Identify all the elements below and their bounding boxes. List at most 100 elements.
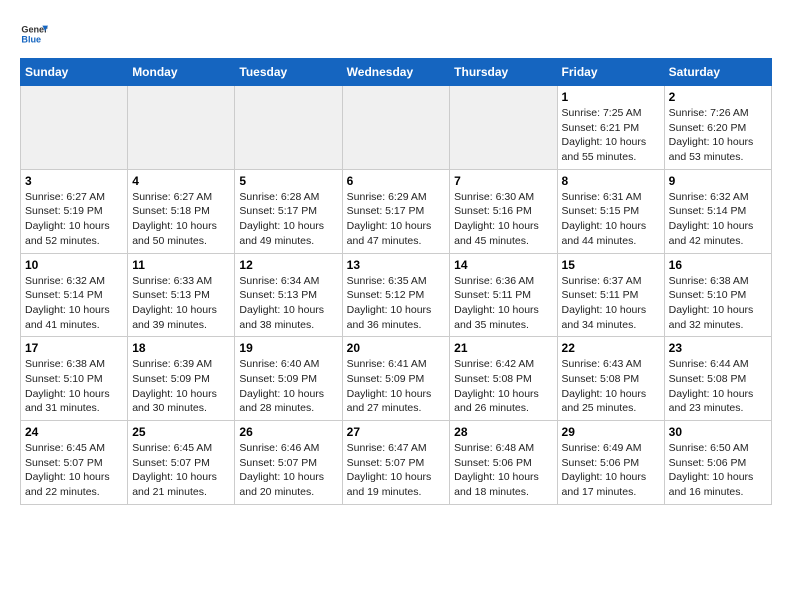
calendar-cell: 17 Sunrise: 6:38 AMSunset: 5:10 PMDayligh…: [21, 337, 128, 421]
weekday-header-wednesday: Wednesday: [342, 59, 450, 86]
day-number: 30: [669, 425, 767, 439]
weekday-header-sunday: Sunday: [21, 59, 128, 86]
day-info: Sunrise: 6:32 AMSunset: 5:14 PMDaylight:…: [669, 190, 767, 249]
day-info: Sunrise: 6:38 AMSunset: 5:10 PMDaylight:…: [25, 357, 123, 416]
calendar-cell: [235, 86, 342, 170]
calendar-cell: 3 Sunrise: 6:27 AMSunset: 5:19 PMDaylight…: [21, 169, 128, 253]
day-number: 23: [669, 341, 767, 355]
day-info: Sunrise: 6:44 AMSunset: 5:08 PMDaylight:…: [669, 357, 767, 416]
day-number: 3: [25, 174, 123, 188]
calendar-cell: 12Sunrise: 6:34 AMSunset: 5:13 PMDayligh…: [235, 253, 342, 337]
day-info: Sunrise: 6:42 AMSunset: 5:08 PMDaylight:…: [454, 357, 552, 416]
day-info: Sunrise: 6:36 AMSunset: 5:11 PMDaylight:…: [454, 274, 552, 333]
calendar-cell: 21Sunrise: 6:42 AMSunset: 5:08 PMDayligh…: [450, 337, 557, 421]
calendar-cell: 18 Sunrise: 6:39 AMSunset: 5:09 PMDayligh…: [128, 337, 235, 421]
day-info: Sunrise: 6:30 AMSunset: 5:16 PMDaylight:…: [454, 190, 552, 249]
calendar-cell: 23 Sunrise: 6:44 AMSunset: 5:08 PMDayligh…: [664, 337, 771, 421]
day-number: 15: [562, 258, 660, 272]
day-number: 20: [347, 341, 446, 355]
day-info: Sunrise: 6:47 AMSunset: 5:07 PMDaylight:…: [347, 441, 446, 500]
week-row-5: 24 Sunrise: 6:45 AMSunset: 5:07 PMDayligh…: [21, 421, 772, 505]
day-number: 28: [454, 425, 552, 439]
day-number: 25: [132, 425, 230, 439]
logo: General Blue: [20, 20, 52, 48]
day-info: Sunrise: 6:31 AMSunset: 5:15 PMDaylight:…: [562, 190, 660, 249]
day-info: Sunrise: 6:43 AMSunset: 5:08 PMDaylight:…: [562, 357, 660, 416]
calendar-cell: 8Sunrise: 6:31 AMSunset: 5:15 PMDaylight…: [557, 169, 664, 253]
day-info: Sunrise: 6:29 AMSunset: 5:17 PMDaylight:…: [347, 190, 446, 249]
day-info: Sunrise: 6:48 AMSunset: 5:06 PMDaylight:…: [454, 441, 552, 500]
day-info: Sunrise: 6:45 AMSunset: 5:07 PMDaylight:…: [132, 441, 230, 500]
day-number: 29: [562, 425, 660, 439]
day-info: Sunrise: 6:27 AMSunset: 5:18 PMDaylight:…: [132, 190, 230, 249]
day-number: 1: [562, 90, 660, 104]
day-number: 2: [669, 90, 767, 104]
calendar-cell: 13 Sunrise: 6:35 AMSunset: 5:12 PMDayligh…: [342, 253, 450, 337]
calendar-cell: 9 Sunrise: 6:32 AMSunset: 5:14 PMDaylight…: [664, 169, 771, 253]
weekday-header-tuesday: Tuesday: [235, 59, 342, 86]
header: General Blue: [20, 20, 772, 48]
calendar-cell: 19 Sunrise: 6:40 AMSunset: 5:09 PMDayligh…: [235, 337, 342, 421]
day-number: 24: [25, 425, 123, 439]
calendar-cell: 25 Sunrise: 6:45 AMSunset: 5:07 PMDayligh…: [128, 421, 235, 505]
day-info: Sunrise: 6:49 AMSunset: 5:06 PMDaylight:…: [562, 441, 660, 500]
week-row-1: 1 Sunrise: 7:25 AMSunset: 6:21 PMDaylight…: [21, 86, 772, 170]
day-number: 17: [25, 341, 123, 355]
weekday-header-row: SundayMondayTuesdayWednesdayThursdayFrid…: [21, 59, 772, 86]
calendar-cell: 22Sunrise: 6:43 AMSunset: 5:08 PMDayligh…: [557, 337, 664, 421]
week-row-2: 3 Sunrise: 6:27 AMSunset: 5:19 PMDaylight…: [21, 169, 772, 253]
week-row-4: 17 Sunrise: 6:38 AMSunset: 5:10 PMDayligh…: [21, 337, 772, 421]
weekday-header-saturday: Saturday: [664, 59, 771, 86]
calendar-cell: 4 Sunrise: 6:27 AMSunset: 5:18 PMDaylight…: [128, 169, 235, 253]
calendar-cell: [128, 86, 235, 170]
day-number: 13: [347, 258, 446, 272]
svg-text:Blue: Blue: [21, 34, 41, 44]
calendar-cell: 27 Sunrise: 6:47 AMSunset: 5:07 PMDayligh…: [342, 421, 450, 505]
day-info: Sunrise: 6:32 AMSunset: 5:14 PMDaylight:…: [25, 274, 123, 333]
calendar-cell: 24 Sunrise: 6:45 AMSunset: 5:07 PMDayligh…: [21, 421, 128, 505]
day-info: Sunrise: 7:26 AMSunset: 6:20 PMDaylight:…: [669, 106, 767, 165]
calendar-cell: 6 Sunrise: 6:29 AMSunset: 5:17 PMDaylight…: [342, 169, 450, 253]
calendar-cell: 2 Sunrise: 7:26 AMSunset: 6:20 PMDaylight…: [664, 86, 771, 170]
day-info: Sunrise: 6:39 AMSunset: 5:09 PMDaylight:…: [132, 357, 230, 416]
day-number: 5: [239, 174, 337, 188]
calendar-cell: 10 Sunrise: 6:32 AMSunset: 5:14 PMDayligh…: [21, 253, 128, 337]
day-info: Sunrise: 6:37 AMSunset: 5:11 PMDaylight:…: [562, 274, 660, 333]
calendar-cell: 16Sunrise: 6:38 AMSunset: 5:10 PMDayligh…: [664, 253, 771, 337]
calendar: SundayMondayTuesdayWednesdayThursdayFrid…: [20, 58, 772, 505]
calendar-cell: 26 Sunrise: 6:46 AMSunset: 5:07 PMDayligh…: [235, 421, 342, 505]
day-info: Sunrise: 6:38 AMSunset: 5:10 PMDaylight:…: [669, 274, 767, 333]
day-info: Sunrise: 6:35 AMSunset: 5:12 PMDaylight:…: [347, 274, 446, 333]
day-info: Sunrise: 6:28 AMSunset: 5:17 PMDaylight:…: [239, 190, 337, 249]
day-number: 26: [239, 425, 337, 439]
day-number: 10: [25, 258, 123, 272]
day-info: Sunrise: 6:45 AMSunset: 5:07 PMDaylight:…: [25, 441, 123, 500]
calendar-cell: 14 Sunrise: 6:36 AMSunset: 5:11 PMDayligh…: [450, 253, 557, 337]
day-number: 19: [239, 341, 337, 355]
calendar-cell: [21, 86, 128, 170]
calendar-cell: 5 Sunrise: 6:28 AMSunset: 5:17 PMDaylight…: [235, 169, 342, 253]
day-info: Sunrise: 7:25 AMSunset: 6:21 PMDaylight:…: [562, 106, 660, 165]
day-number: 18: [132, 341, 230, 355]
day-number: 14: [454, 258, 552, 272]
calendar-cell: 15 Sunrise: 6:37 AMSunset: 5:11 PMDayligh…: [557, 253, 664, 337]
weekday-header-friday: Friday: [557, 59, 664, 86]
day-info: Sunrise: 6:40 AMSunset: 5:09 PMDaylight:…: [239, 357, 337, 416]
day-number: 11: [132, 258, 230, 272]
calendar-cell: [450, 86, 557, 170]
day-number: 4: [132, 174, 230, 188]
calendar-cell: 28 Sunrise: 6:48 AMSunset: 5:06 PMDayligh…: [450, 421, 557, 505]
calendar-cell: 29 Sunrise: 6:49 AMSunset: 5:06 PMDayligh…: [557, 421, 664, 505]
day-info: Sunrise: 6:33 AMSunset: 5:13 PMDaylight:…: [132, 274, 230, 333]
day-info: Sunrise: 6:34 AMSunset: 5:13 PMDaylight:…: [239, 274, 337, 333]
calendar-cell: 1 Sunrise: 7:25 AMSunset: 6:21 PMDaylight…: [557, 86, 664, 170]
day-number: 7: [454, 174, 552, 188]
logo-icon: General Blue: [20, 20, 48, 48]
day-number: 6: [347, 174, 446, 188]
weekday-header-thursday: Thursday: [450, 59, 557, 86]
calendar-cell: 30Sunrise: 6:50 AMSunset: 5:06 PMDayligh…: [664, 421, 771, 505]
day-info: Sunrise: 6:46 AMSunset: 5:07 PMDaylight:…: [239, 441, 337, 500]
day-number: 27: [347, 425, 446, 439]
day-number: 9: [669, 174, 767, 188]
day-info: Sunrise: 6:27 AMSunset: 5:19 PMDaylight:…: [25, 190, 123, 249]
